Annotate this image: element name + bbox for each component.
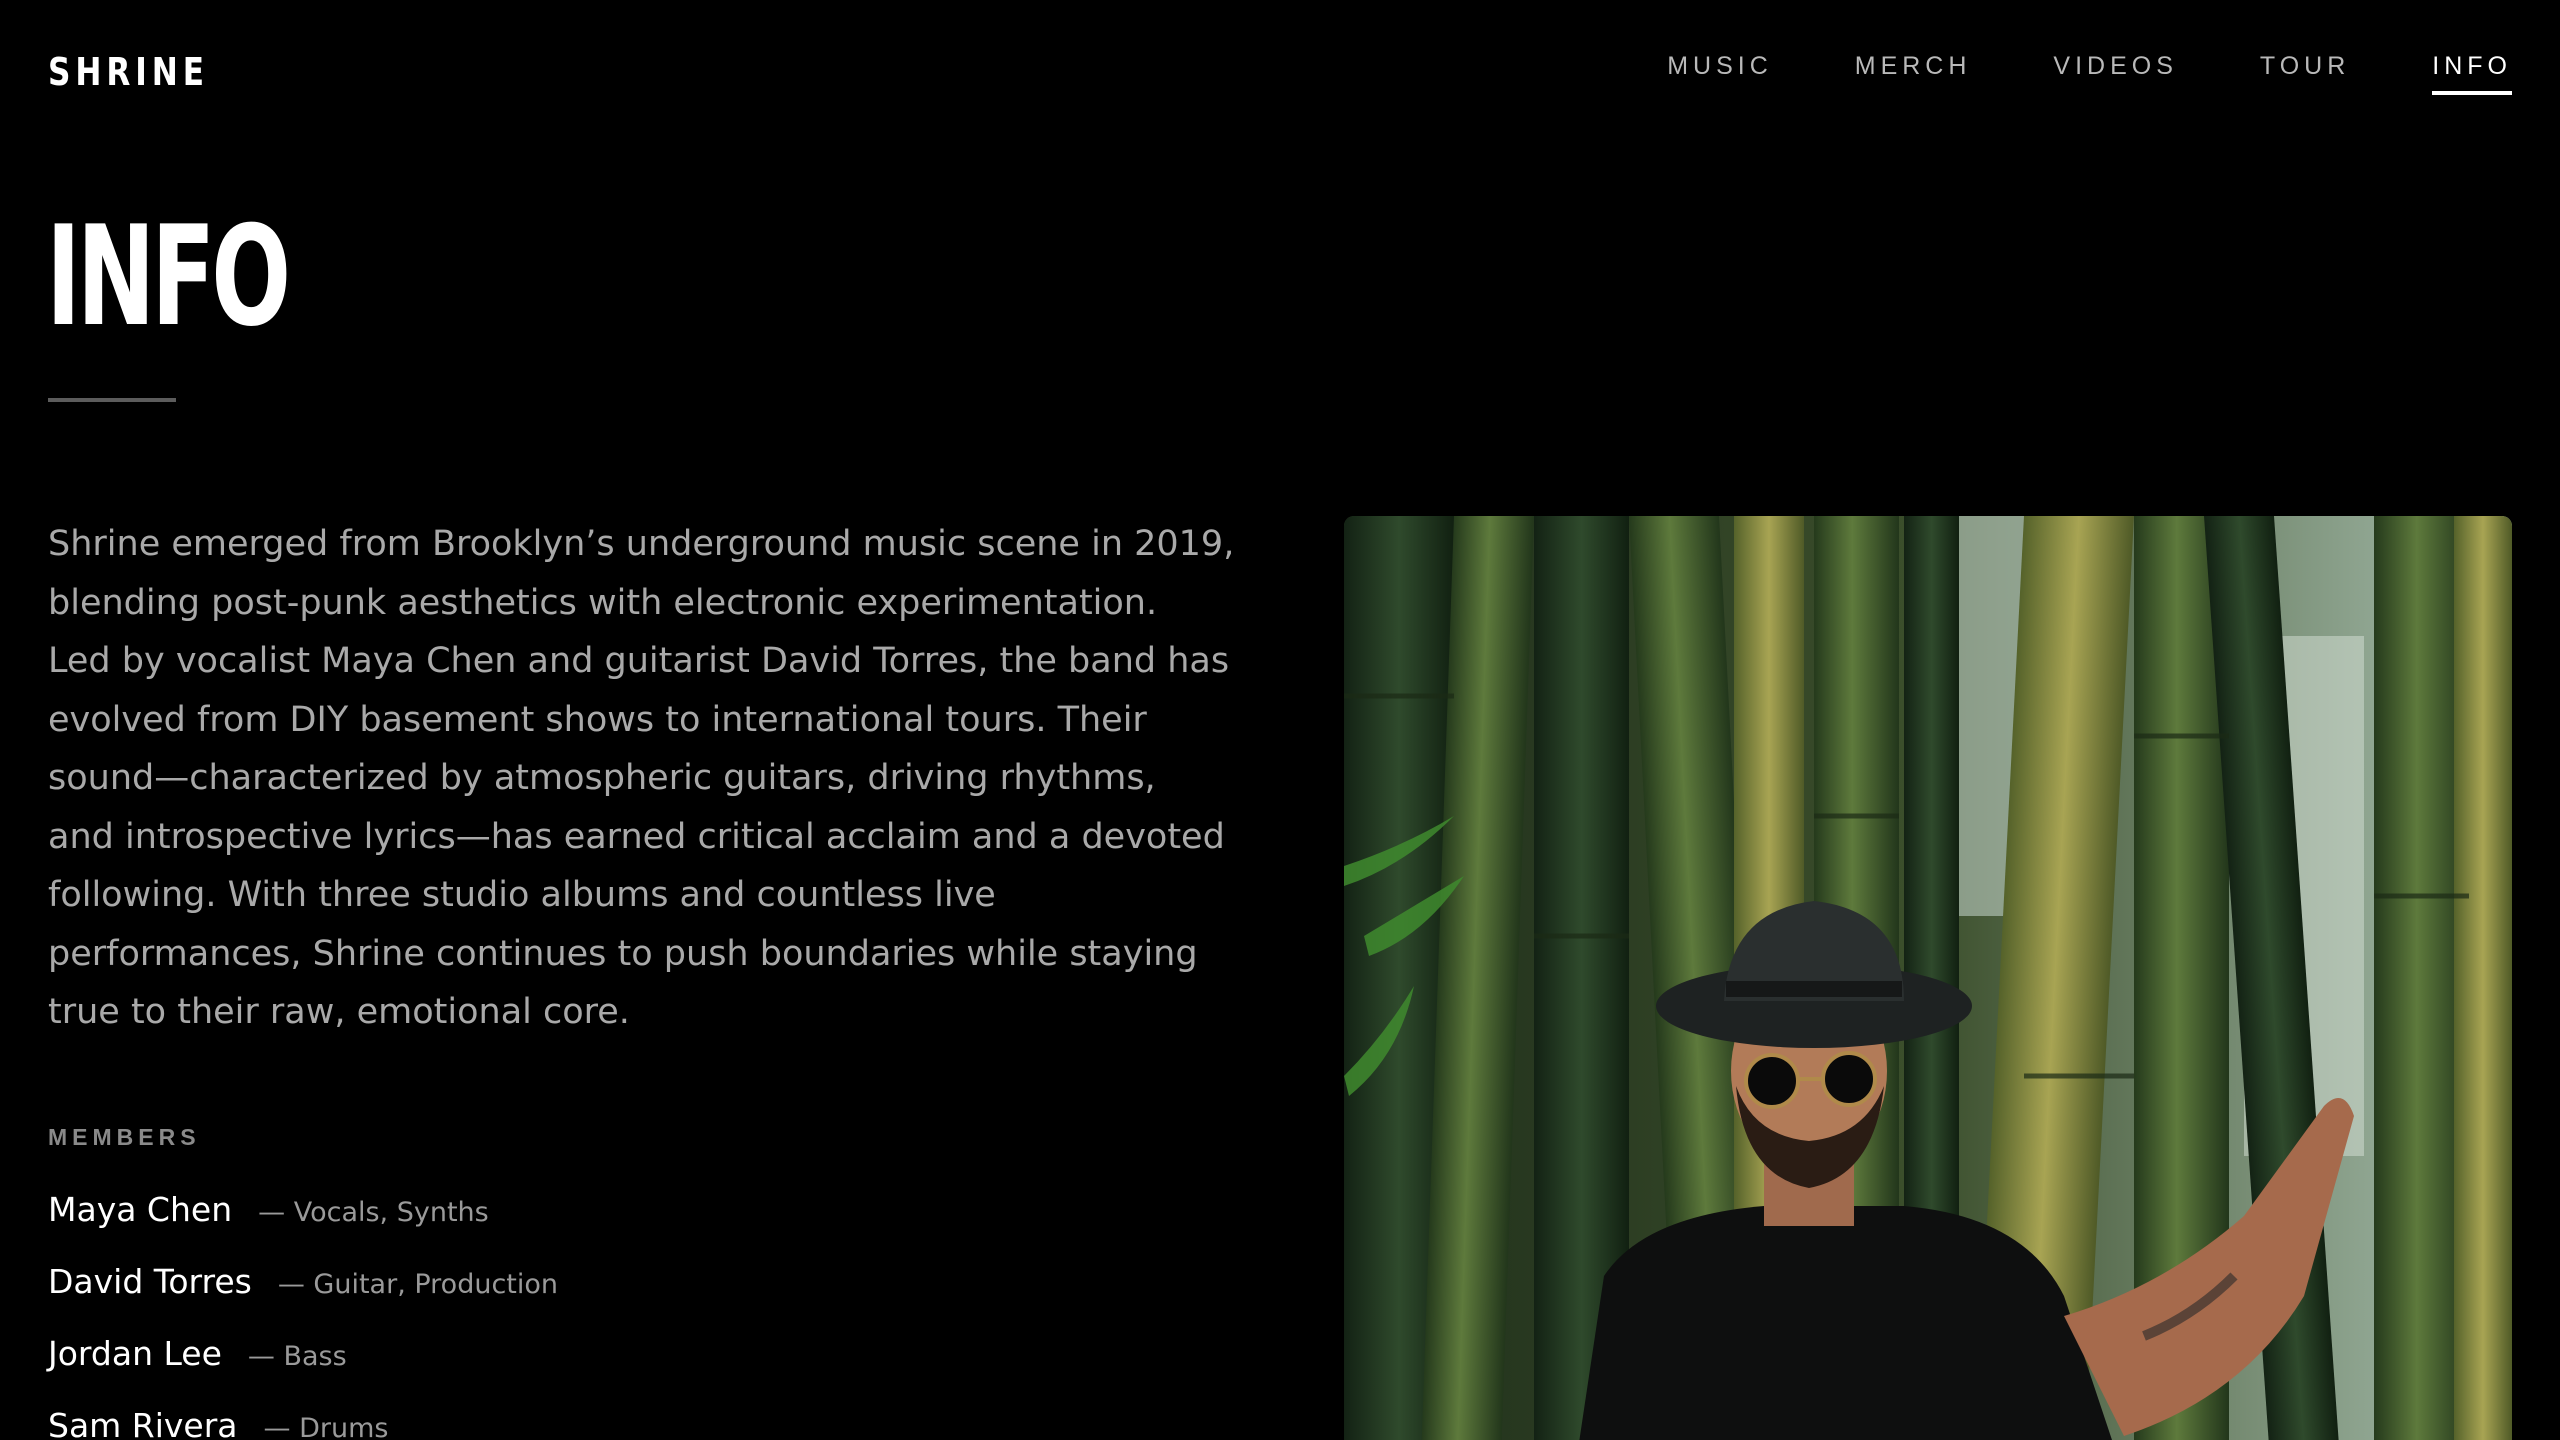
bio-line: true to their raw, emotional core. (48, 992, 630, 1032)
title-divider (48, 398, 176, 402)
nav-item-info[interactable]: INFO (2432, 52, 2512, 95)
member-role: — Bass (247, 1341, 347, 1372)
nav-item-merch[interactable]: MERCH (1855, 52, 1972, 95)
bio-line: Shrine emerged from Brooklyn’s undergrou… (48, 524, 1235, 564)
member-name: Maya Chen (48, 1190, 233, 1229)
nav-item-tour[interactable]: TOUR (2260, 52, 2350, 95)
bio-line: performances, Shrine continues to push b… (48, 933, 1198, 974)
member-role: — Guitar, Production (277, 1269, 559, 1300)
band-photo-illustration (1344, 516, 2512, 1440)
main-nav: MUSIC MERCH VIDEOS TOUR INFO (1585, 52, 2512, 95)
band-photo (1344, 516, 2512, 1440)
member-item: Sam Rivera — Drums (48, 1406, 558, 1440)
logo[interactable]: SHRINE (48, 50, 209, 94)
bio-line: sound—characterized by atmospheric guita… (48, 758, 1156, 798)
member-name: David Torres (48, 1262, 252, 1301)
member-name: Jordan Lee (48, 1334, 222, 1373)
page: SHRINE MUSIC MERCH VIDEOS TOUR INFO INFO… (0, 0, 2560, 1440)
member-role: — Drums (263, 1413, 389, 1440)
member-role: — Vocals, Synths (258, 1197, 489, 1228)
bio-line: evolved from DIY basement shows to inter… (48, 699, 1147, 740)
members-heading: MEMBERS (48, 1124, 201, 1150)
nav-item-videos[interactable]: VIDEOS (2053, 52, 2177, 95)
bio-line: blending post-punk aesthetics with elect… (48, 582, 1158, 623)
bio-line: following. With three studio albums and … (48, 875, 996, 915)
members-list: Maya Chen — Vocals, Synths David Torres … (48, 1190, 558, 1440)
bio-line: and introspective lyrics—has earned crit… (48, 816, 1225, 857)
member-item: David Torres — Guitar, Production (48, 1262, 558, 1334)
bio-line: Led by vocalist Maya Chen and guitarist … (48, 641, 1230, 681)
member-item: Maya Chen — Vocals, Synths (48, 1190, 558, 1262)
band-bio: Shrine emerged from Brooklyn’s undergrou… (48, 515, 1238, 1042)
member-name: Sam Rivera (48, 1406, 238, 1440)
member-item: Jordan Lee — Bass (48, 1334, 558, 1406)
nav-item-music[interactable]: MUSIC (1667, 52, 1773, 95)
page-title: INFO (46, 196, 291, 357)
